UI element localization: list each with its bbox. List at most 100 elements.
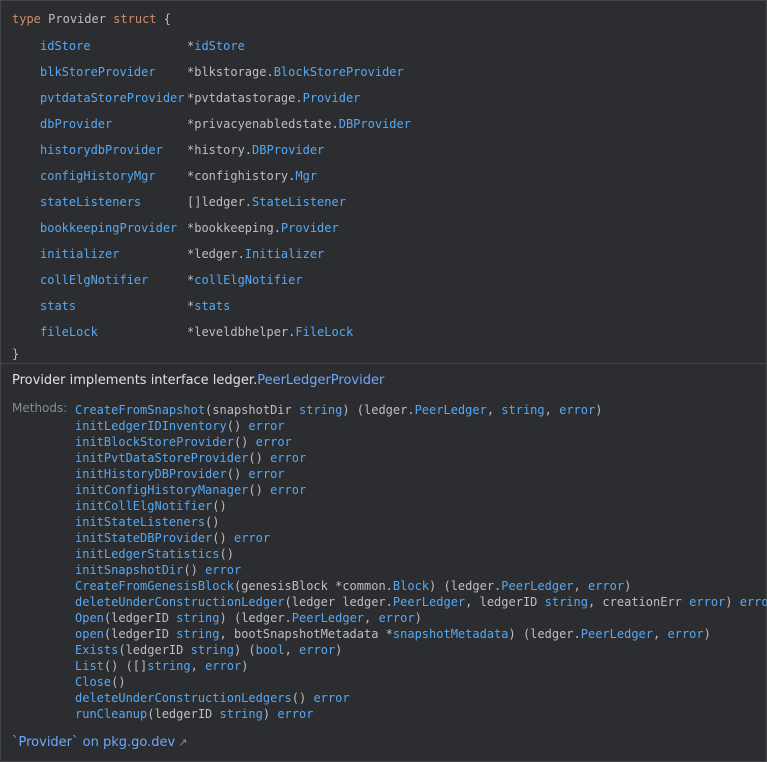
field-type: []ledger.StateListener (187, 194, 346, 210)
type-link[interactable]: string (220, 707, 263, 721)
method-name-link[interactable]: Exists (75, 643, 118, 657)
field-name[interactable]: blkStoreProvider (40, 64, 156, 80)
interface-link[interactable]: PeerLedgerProvider (257, 373, 384, 388)
type-link[interactable]: bool (256, 643, 285, 657)
type-link[interactable]: Block (393, 579, 429, 593)
field-type-link[interactable]: StateListener (252, 195, 346, 209)
type-link[interactable]: error (313, 691, 349, 705)
type-link[interactable]: string (191, 643, 234, 657)
signature-text: , (190, 659, 206, 673)
field-type: *blkstorage.BlockStoreProvider (187, 64, 404, 80)
method-params: (ledgerID string) (ledger.PeerLedger, er… (104, 611, 422, 625)
field-type-link[interactable]: DBProvider (339, 117, 411, 131)
pkg-go-dev-link-text[interactable]: `Provider` on pkg.go.dev (12, 735, 175, 750)
type-link[interactable]: string (299, 403, 342, 417)
type-link[interactable]: PeerLedger (415, 403, 487, 417)
field-type-link[interactable]: idStore (194, 39, 245, 53)
signature-text: () (226, 419, 249, 433)
method-name-link[interactable]: initBlockStoreProvider (75, 435, 234, 449)
field-type: *pvtdatastorage.Provider (187, 90, 360, 106)
method-name-link[interactable]: initStateListeners (75, 515, 205, 529)
pkg-go-dev-link[interactable]: `Provider` on pkg.go.dev ↗ (12, 735, 187, 750)
type-link[interactable]: error (256, 435, 292, 449)
signature-text: () (205, 515, 220, 529)
method-name-link[interactable]: CreateFromSnapshot (75, 403, 205, 417)
type-link[interactable]: string (545, 595, 588, 609)
field-name[interactable]: configHistoryMgr (40, 168, 156, 184)
field-type-link[interactable]: BlockStoreProvider (274, 65, 404, 79)
type-link[interactable]: PeerLedger (501, 579, 573, 593)
method-signature: Close() (75, 674, 767, 690)
method-name-link[interactable]: initCollElgNotifier (75, 499, 212, 513)
method-name-link[interactable]: Close (75, 675, 111, 689)
method-name-link[interactable]: initHistoryDBProvider (75, 467, 227, 481)
method-name-link[interactable]: CreateFromGenesisBlock (75, 579, 234, 593)
method-params: () error (227, 467, 285, 481)
method-name-link[interactable]: initSnapshotDir (75, 563, 183, 577)
field-name[interactable]: bookkeepingProvider (40, 220, 177, 236)
field-type-link[interactable]: stats (194, 299, 230, 313)
field-type-link[interactable]: Mgr (295, 169, 317, 183)
signature-text: ) (262, 707, 278, 721)
field-name[interactable]: dbProvider (40, 116, 112, 132)
type-link[interactable]: error (205, 659, 241, 673)
field-name[interactable]: stateListeners (40, 194, 141, 210)
signature-text: () (212, 499, 227, 513)
method-params: (ledgerID string, bootSnapshotMetadata *… (104, 627, 711, 641)
type-link[interactable]: error (740, 595, 767, 609)
signature-text: (ledgerID (147, 707, 220, 721)
field-name[interactable]: stats (40, 298, 76, 314)
type-link[interactable]: string (501, 403, 544, 417)
type-link[interactable]: error (248, 419, 284, 433)
method-name-link[interactable]: initStateDBProvider (75, 531, 212, 545)
field-name[interactable]: collElgNotifier (40, 272, 148, 288)
type-link[interactable]: error (299, 643, 335, 657)
type-link[interactable]: string (176, 611, 219, 625)
method-name-link[interactable]: initLedgerIDInventory (75, 419, 227, 433)
type-link[interactable]: string (176, 627, 219, 641)
signature-text: () (248, 483, 271, 497)
type-link[interactable]: PeerLedger (581, 627, 653, 641)
method-name-link[interactable]: runCleanup (75, 707, 147, 721)
type-link[interactable]: error (588, 579, 624, 593)
type-link[interactable]: error (248, 467, 284, 481)
signature-text: , (573, 579, 588, 593)
field-name[interactable]: idStore (40, 38, 91, 54)
field-name[interactable]: historydbProvider (40, 142, 163, 158)
type-link[interactable]: error (378, 611, 414, 625)
method-params: () error (248, 483, 306, 497)
type-link[interactable]: PeerLedger (393, 595, 465, 609)
method-params: (ledgerID string) error (147, 707, 313, 721)
type-link[interactable]: PeerLedger (292, 611, 364, 625)
type-link[interactable]: error (559, 403, 595, 417)
field-type-link[interactable]: DBProvider (252, 143, 324, 157)
field-type-link[interactable]: Provider (281, 221, 339, 235)
method-name-link[interactable]: open (75, 627, 104, 641)
method-name-link[interactable]: Open (75, 611, 104, 625)
method-name-link[interactable]: initConfigHistoryManager (75, 483, 248, 497)
method-name-link[interactable]: initLedgerStatistics (75, 547, 220, 561)
method-name-link[interactable]: List (75, 659, 104, 673)
method-name-link[interactable]: deleteUnderConstructionLedgers (75, 691, 292, 705)
field-type-prefix: *leveldbhelper. (187, 325, 296, 339)
method-name-link[interactable]: initPvtDataStoreProvider (75, 451, 248, 465)
type-link[interactable]: error (270, 451, 306, 465)
field-type: *history.DBProvider (187, 142, 324, 158)
method-name-link[interactable]: deleteUnderConstructionLedger (75, 595, 285, 609)
field-type-link[interactable]: Initializer (245, 247, 324, 261)
field-name[interactable]: initializer (40, 246, 119, 262)
type-link[interactable]: error (689, 595, 725, 609)
field-type-link[interactable]: Provider (303, 91, 361, 105)
type-link[interactable]: string (147, 659, 190, 673)
type-link[interactable]: error (277, 707, 313, 721)
method-signature: initStateListeners() (75, 514, 767, 530)
field-type-link[interactable]: collElgNotifier (194, 273, 302, 287)
type-link[interactable]: error (234, 531, 270, 545)
field-type-link[interactable]: FileLock (295, 325, 353, 339)
type-link[interactable]: error (205, 563, 241, 577)
type-link[interactable]: snapshotMetadata (393, 627, 509, 641)
type-link[interactable]: error (667, 627, 703, 641)
field-name[interactable]: pvtdataStoreProvider (40, 90, 185, 106)
field-name[interactable]: fileLock (40, 324, 98, 340)
type-link[interactable]: error (270, 483, 306, 497)
